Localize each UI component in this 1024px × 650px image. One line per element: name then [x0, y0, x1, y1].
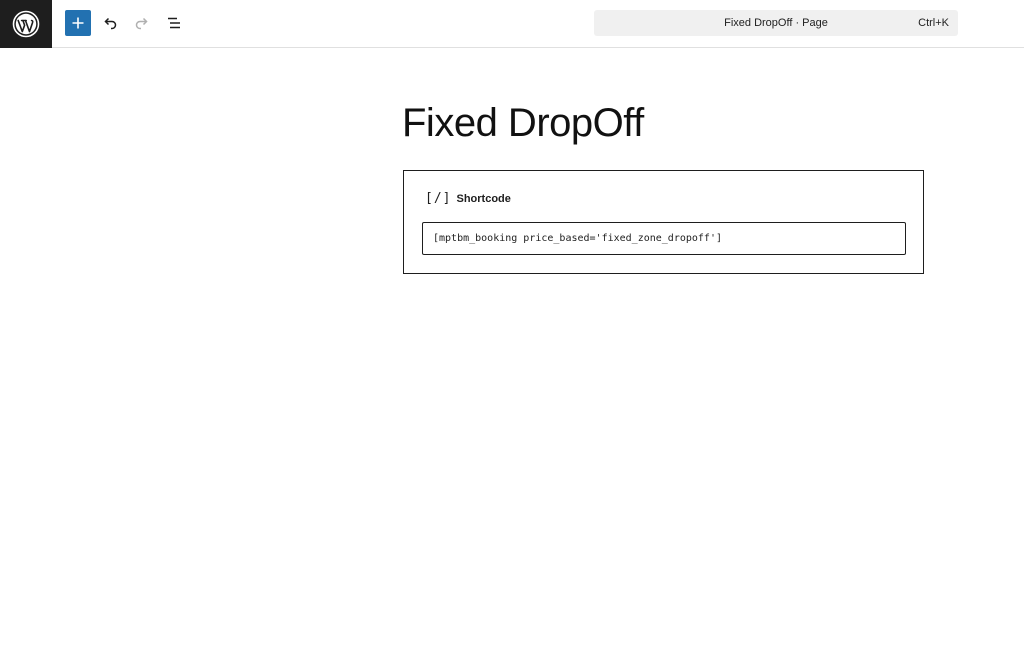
shortcode-icon: [/] — [425, 191, 452, 206]
editor-header: Fixed DropOff · Page Ctrl+K — [0, 0, 1024, 48]
undo-icon — [104, 17, 117, 30]
shortcode-block[interactable]: [/] Shortcode [mptbm_booking price_based… — [403, 170, 924, 274]
undo-button[interactable] — [97, 10, 123, 36]
block-label: [/] Shortcode — [425, 191, 511, 206]
shortcode-input[interactable]: [mptbm_booking price_based='fixed_zone_d… — [422, 222, 906, 255]
document-title: Fixed DropOff · Page — [724, 17, 828, 29]
redo-button[interactable] — [129, 10, 155, 36]
wordpress-logo-icon — [12, 10, 40, 38]
add-block-button[interactable] — [65, 10, 91, 36]
list-view-icon — [168, 17, 180, 29]
block-label-text: Shortcode — [456, 192, 511, 205]
command-palette-bar[interactable]: Fixed DropOff · Page Ctrl+K — [594, 10, 958, 36]
plus-icon — [72, 17, 84, 29]
page-title[interactable]: Fixed DropOff — [402, 98, 644, 148]
redo-icon — [135, 17, 148, 30]
keyboard-shortcut: Ctrl+K — [918, 17, 949, 29]
document-overview-button[interactable] — [161, 10, 187, 36]
wordpress-logo-button[interactable] — [0, 0, 52, 48]
